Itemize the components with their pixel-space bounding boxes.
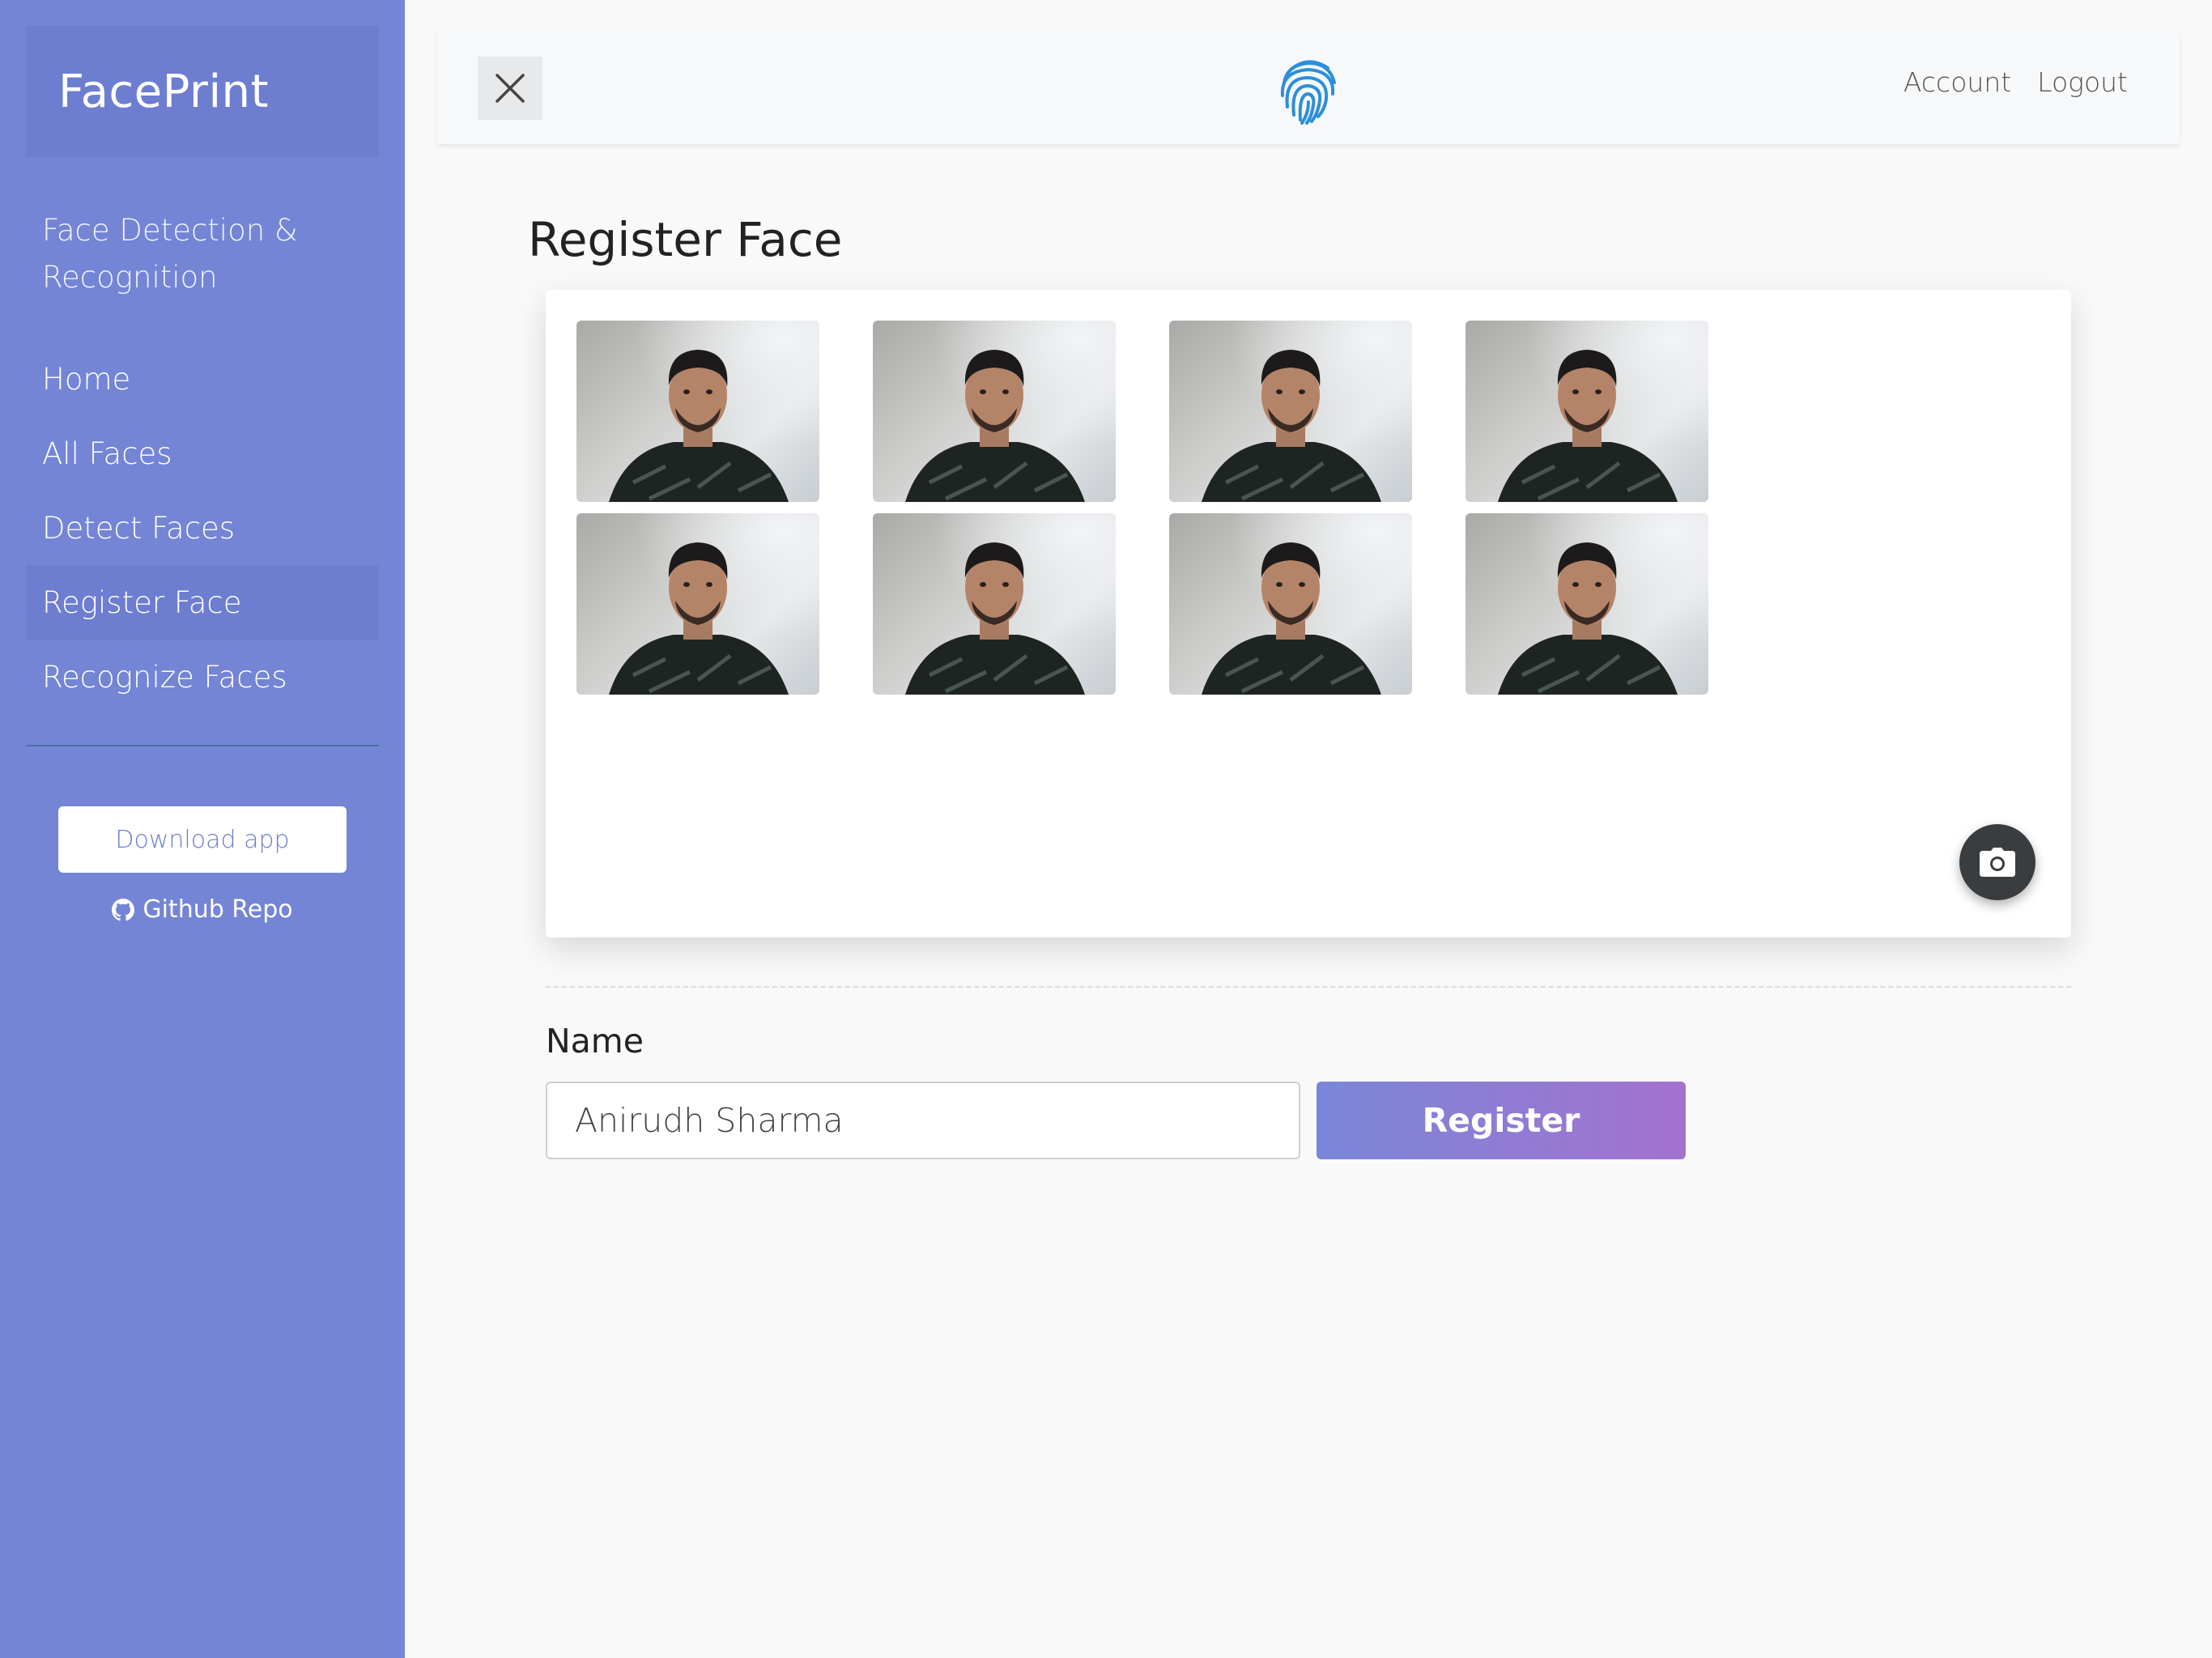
github-repo-link[interactable]: Github Repo (0, 895, 405, 924)
sidebar: FacePrint Face Detection & Recognition H… (0, 0, 405, 1658)
sidebar-item-detect-faces[interactable]: Detect Faces (26, 491, 379, 565)
sidebar-item-register-face[interactable]: Register Face (26, 565, 379, 640)
top-links: Account Logout (1904, 66, 2128, 98)
register-button[interactable]: Register (1317, 1082, 1686, 1159)
close-sidebar-button[interactable] (478, 57, 542, 120)
capture-button[interactable] (1959, 824, 2035, 900)
sidebar-nav: Home All Faces Detect Faces Register Fac… (26, 342, 379, 714)
brand-name: FacePrint (58, 65, 269, 118)
captured-face-thumbnail[interactable] (576, 321, 819, 502)
sidebar-item-home[interactable]: Home (26, 342, 379, 416)
sidebar-tagline: Face Detection & Recognition (42, 213, 298, 295)
captured-face-thumbnail[interactable] (1465, 321, 1708, 502)
brand-header[interactable]: FacePrint (26, 26, 379, 157)
top-bar: Account Logout (437, 29, 2180, 144)
fingerprint-icon (1280, 60, 1336, 125)
captured-face-thumbnail[interactable] (1465, 513, 1708, 695)
account-link[interactable]: Account (1904, 66, 2011, 98)
logout-link[interactable]: Logout (2037, 66, 2128, 98)
sidebar-item-recognize-faces[interactable]: Recognize Faces (26, 640, 379, 714)
captured-face-thumbnail[interactable] (873, 321, 1116, 502)
camera-icon (1980, 848, 2015, 877)
github-repo-label: Github Repo (143, 895, 293, 924)
github-icon (112, 898, 135, 920)
captured-face-thumbnail[interactable] (873, 513, 1116, 695)
captured-faces-panel (546, 290, 2071, 937)
download-app-button[interactable]: Download app (58, 806, 347, 873)
name-input[interactable] (546, 1082, 1300, 1159)
captured-faces-grid (576, 321, 1708, 695)
captured-face-thumbnail[interactable] (1169, 321, 1412, 502)
sidebar-divider (26, 745, 379, 746)
name-label: Name (546, 1022, 644, 1061)
sidebar-item-all-faces[interactable]: All Faces (26, 416, 379, 491)
page-title: Register Face (528, 212, 843, 267)
captured-face-thumbnail[interactable] (576, 513, 819, 695)
section-divider (546, 986, 2071, 988)
close-icon (496, 74, 525, 103)
captured-face-thumbnail[interactable] (1169, 513, 1412, 695)
